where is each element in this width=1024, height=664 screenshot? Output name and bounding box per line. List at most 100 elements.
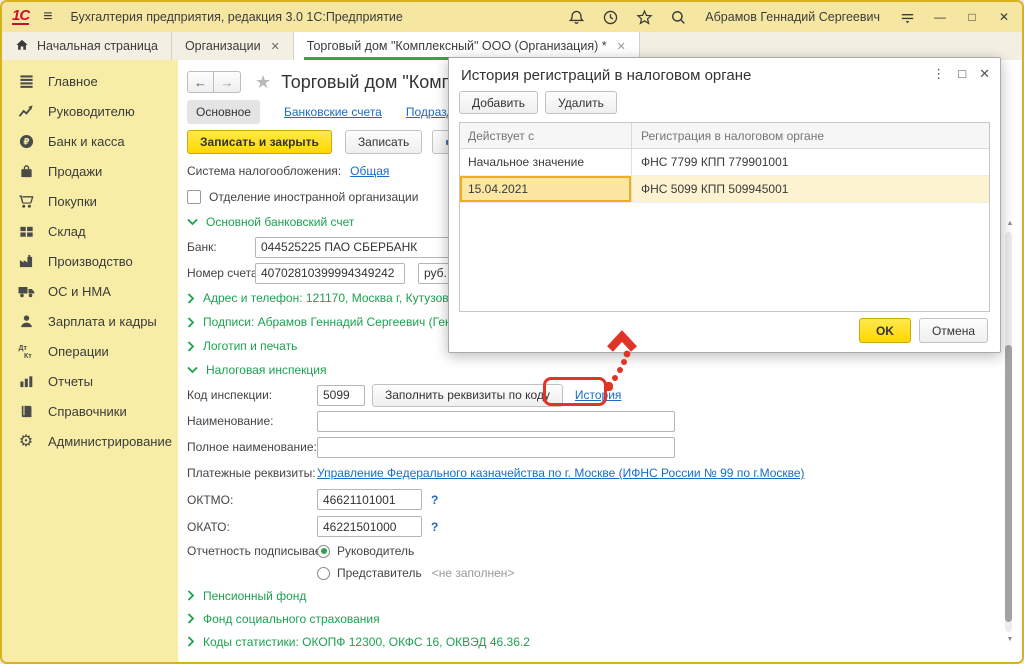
tab-close-icon[interactable]: ✕ — [271, 40, 280, 53]
payment-details-link[interactable]: Управление Федерального казначейства по … — [317, 466, 805, 480]
signer-row-2: Представитель <не заполнен> — [183, 562, 1022, 584]
svg-text:₽: ₽ — [23, 137, 29, 147]
oktmo-help-icon[interactable]: ? — [431, 493, 438, 507]
section-title: Фонд социального страхования — [203, 612, 380, 626]
notifications-bell-icon[interactable] — [567, 8, 585, 26]
history-link[interactable]: История — [575, 388, 622, 402]
cell-date: Начальное значение — [460, 149, 632, 175]
gear-icon: ⚙ — [15, 433, 37, 449]
dialog-title: История регистраций в налоговом органе — [449, 58, 1000, 89]
close-button[interactable]: ✕ — [996, 10, 1012, 24]
cell-registration: ФНС 5099 КПП 509945001 — [632, 182, 989, 196]
chevron-right-icon — [187, 341, 195, 352]
chevron-right-icon — [187, 636, 195, 647]
oktmo-row: ОКТМО: ? — [183, 486, 1022, 513]
full-name-label: Полное наименование: — [187, 440, 317, 454]
okato-input[interactable] — [317, 516, 422, 537]
forward-button[interactable]: → — [214, 71, 241, 93]
okato-help-icon[interactable]: ? — [431, 520, 438, 534]
table-row-selected[interactable]: 15.04.2021 ФНС 5099 КПП 509945001 — [460, 176, 989, 203]
sidebar-item-label: Покупки — [48, 194, 97, 209]
dialog-maximize-icon[interactable]: □ — [958, 66, 966, 82]
dialog-more-icon[interactable]: ⋮ — [932, 66, 945, 82]
tab-home[interactable]: Начальная страница — [2, 32, 172, 60]
tax-system-link[interactable]: Общая — [350, 164, 389, 178]
chevron-right-icon — [187, 293, 195, 304]
sidebar-item-sales[interactable]: Продажи — [2, 156, 178, 186]
signer-radio-director[interactable] — [317, 545, 330, 558]
sidebar-item-label: Банк и касса — [48, 134, 125, 149]
save-button[interactable]: Записать — [345, 130, 422, 154]
sidebar-item-production[interactable]: Производство — [2, 246, 178, 276]
favorites-star-icon[interactable] — [635, 8, 653, 26]
title-bar: 1С ≡ Бухгалтерия предприятия, редакция 3… — [2, 2, 1022, 32]
sidebar-item-label: Главное — [48, 74, 98, 89]
sidebar-item-warehouse[interactable]: Склад — [2, 216, 178, 246]
cell-registration: ФНС 7799 КПП 779901001 — [632, 155, 989, 169]
column-header-registration[interactable]: Регистрация в налоговом органе — [632, 129, 989, 143]
full-name-row: Полное наименование: — [183, 434, 1022, 460]
sidebar-item-administration[interactable]: ⚙ Администрирование — [2, 426, 178, 456]
back-button[interactable]: ← — [187, 71, 214, 93]
foreign-org-checkbox[interactable] — [187, 190, 201, 204]
table-header-row: Действует с Регистрация в налоговом орга… — [460, 123, 989, 149]
sidebar-item-salary-hr[interactable]: Зарплата и кадры — [2, 306, 178, 336]
full-name-input[interactable] — [317, 437, 675, 458]
section-pension-fund[interactable]: Пенсионный фонд — [183, 584, 1022, 607]
current-user-name[interactable]: Абрамов Геннадий Сергеевич — [705, 10, 880, 24]
minimize-button[interactable]: — — [932, 10, 948, 24]
save-close-button[interactable]: Записать и закрыть — [187, 130, 332, 154]
sidebar-item-operations[interactable]: ДтКт Операции — [2, 336, 178, 366]
column-header-date[interactable]: Действует с — [460, 123, 632, 148]
sidebar-item-bank-cash[interactable]: ₽ Банк и касса — [2, 126, 178, 156]
search-icon[interactable] — [669, 8, 687, 26]
section-stat-codes[interactable]: Коды статистики: ОКОПФ 12300, ОКФС 16, О… — [183, 630, 1022, 653]
fill-by-code-button[interactable]: Заполнить реквизиты по коду — [372, 384, 563, 407]
nav-link-bank-accounts[interactable]: Банковские счета — [284, 105, 382, 119]
sidebar-item-label: Руководителю — [48, 104, 135, 119]
history-clock-icon[interactable] — [601, 8, 619, 26]
inspection-code-input[interactable] — [317, 385, 365, 406]
maximize-button[interactable]: □ — [964, 10, 980, 24]
delete-button[interactable]: Удалить — [545, 91, 617, 114]
sidebar-item-reports[interactable]: Отчеты — [2, 366, 178, 396]
section-title: Адрес и телефон: 121170, Москва г, Кутуз… — [203, 291, 473, 305]
favorite-star-icon[interactable]: ★ — [255, 72, 271, 93]
dialog-close-icon[interactable]: ✕ — [979, 66, 990, 82]
nav-tab-main[interactable]: Основное — [187, 100, 260, 124]
ok-button[interactable]: OK — [859, 318, 911, 343]
sidebar-item-os-nma[interactable]: ОС и НМА — [2, 276, 178, 306]
scrollbar-thumb[interactable] — [1005, 345, 1012, 622]
cancel-button[interactable]: Отмена — [919, 318, 988, 343]
sidebar-item-purchases[interactable]: Покупки — [2, 186, 178, 216]
name-input[interactable] — [317, 411, 675, 432]
oktmo-input[interactable] — [317, 489, 422, 510]
cell-date: 15.04.2021 — [460, 176, 632, 202]
account-number-input[interactable] — [255, 263, 405, 284]
foreign-org-label: Отделение иностранной организации — [209, 190, 418, 204]
oktmo-label: ОКТМО: — [187, 493, 317, 507]
chevron-right-icon — [187, 590, 195, 601]
sidebar-item-directories[interactable]: Справочники — [2, 396, 178, 426]
section-tax-inspection[interactable]: Налоговая инспекция — [183, 358, 1022, 382]
table-row[interactable]: Начальное значение ФНС 7799 КПП 77990100… — [460, 149, 989, 176]
service-settings-icon[interactable] — [898, 8, 916, 26]
registration-table: Действует с Регистрация в налоговом орга… — [459, 122, 990, 312]
name-label: Наименование: — [187, 414, 317, 428]
sidebar-item-label: Справочники — [48, 404, 127, 419]
tab-organizations[interactable]: Организации ✕ — [172, 32, 294, 60]
tab-home-label: Начальная страница — [37, 39, 158, 53]
section-title: Основной банковский счет — [206, 215, 354, 229]
main-menu-icon[interactable]: ≡ — [43, 8, 52, 26]
tab-close-icon[interactable]: ✕ — [617, 40, 626, 53]
signer-radio-representative[interactable] — [317, 567, 330, 580]
section-social-fund[interactable]: Фонд социального страхования — [183, 607, 1022, 630]
bag-icon — [15, 164, 37, 179]
sidebar-item-main[interactable]: Главное — [2, 66, 178, 96]
add-button[interactable]: Добавить — [459, 91, 538, 114]
section-title: Логотип и печать — [203, 339, 297, 353]
tab-organization-card[interactable]: Торговый дом "Комплексный" ООО (Организа… — [294, 32, 640, 60]
scroll-down-arrow[interactable]: ▼ — [1006, 636, 1014, 643]
scroll-up-arrow[interactable]: ▲ — [1006, 220, 1014, 227]
sidebar-item-manager[interactable]: Руководителю — [2, 96, 178, 126]
